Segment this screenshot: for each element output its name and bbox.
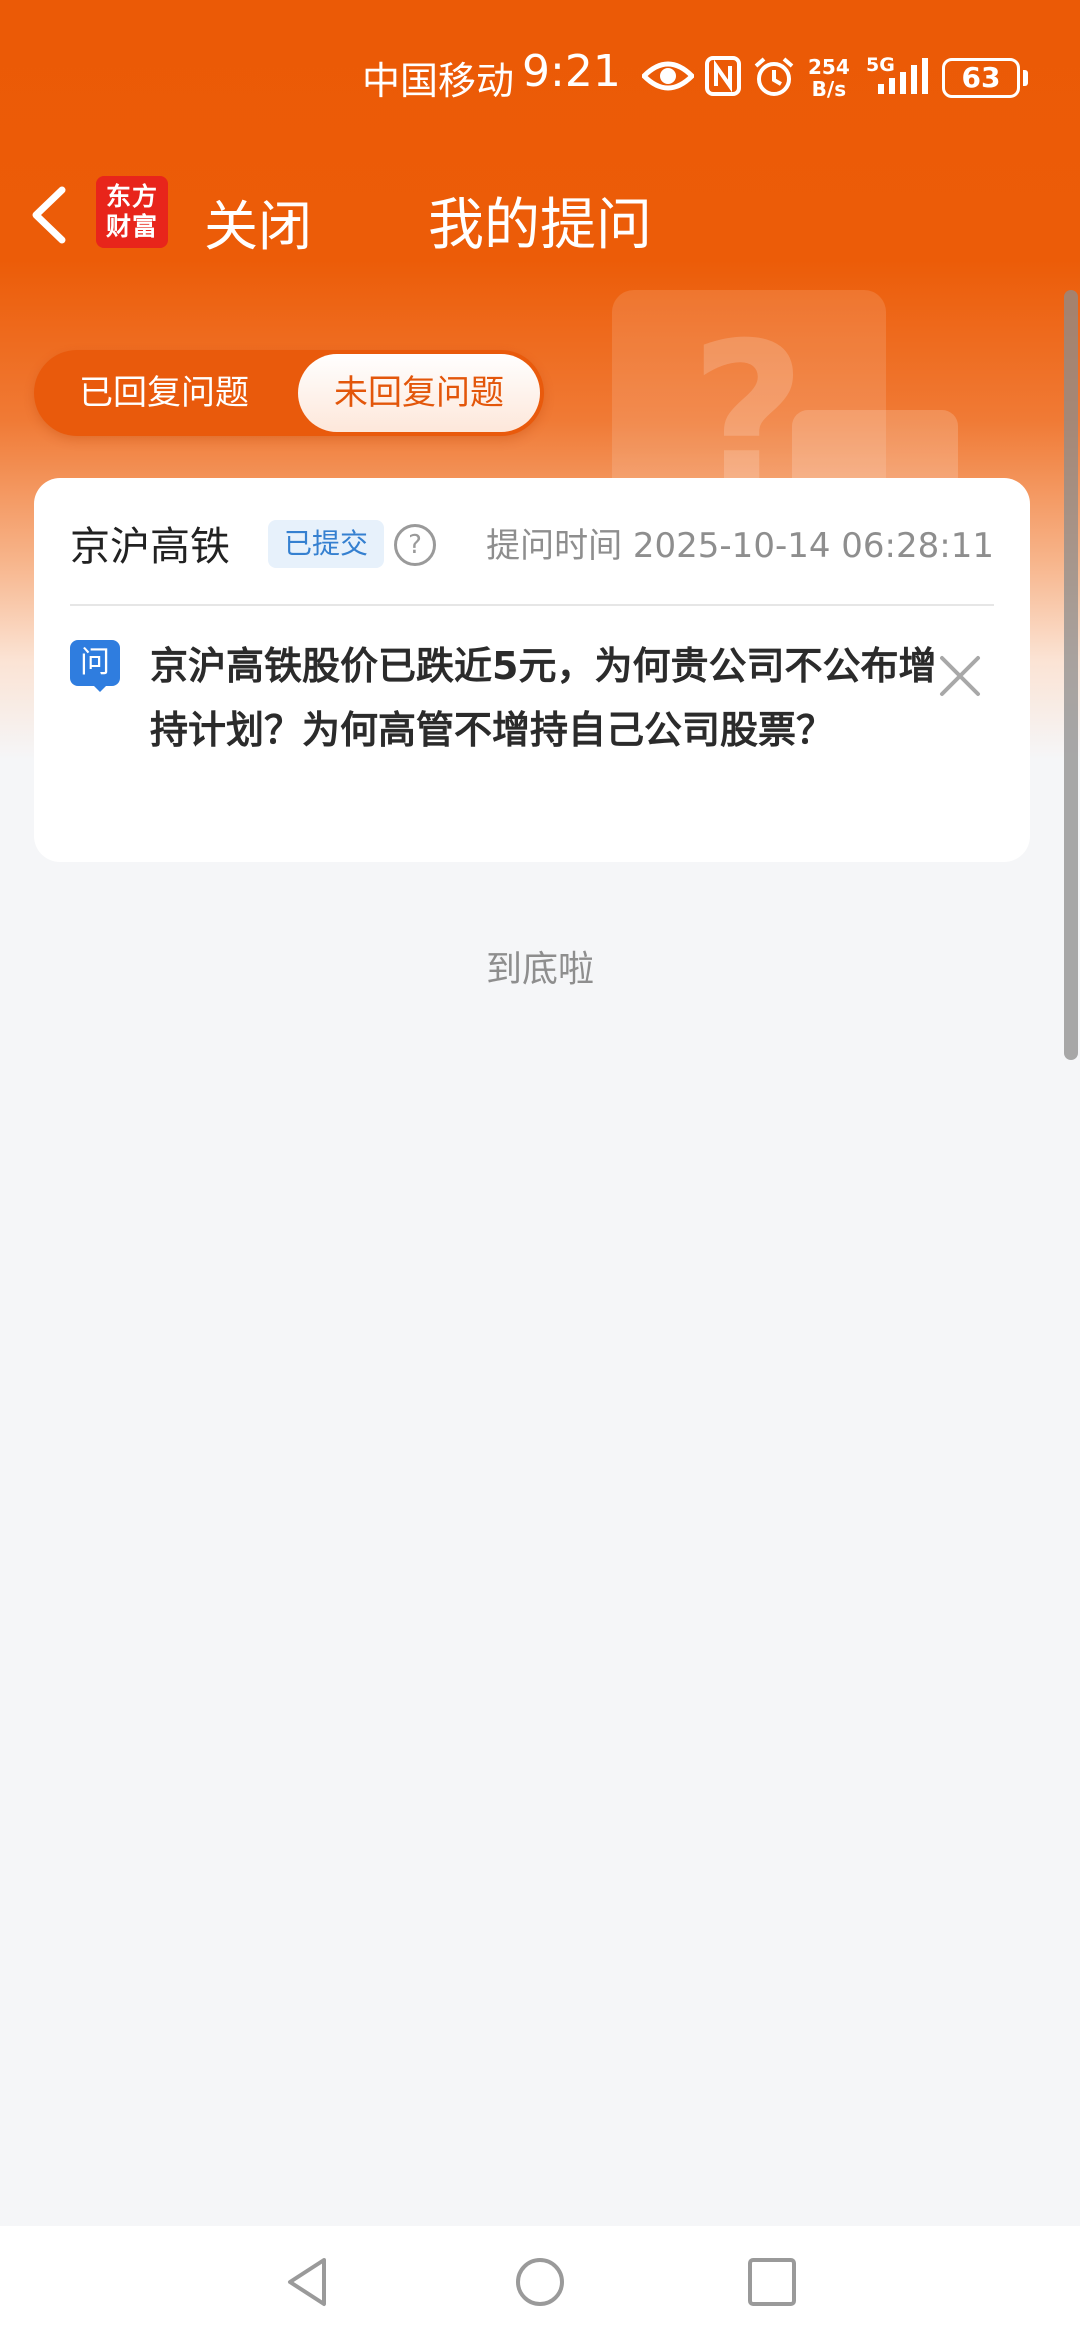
page-title: 我的提问 bbox=[428, 193, 652, 258]
status-bar: 中国移动 9:21 254 B/s 5G 63 bbox=[0, 0, 1080, 150]
company-name: 京沪高铁 bbox=[70, 524, 230, 570]
ask-time: 提问时间 2025-10-14 06:28:11 bbox=[486, 526, 994, 566]
logo-line-2: 财富 bbox=[105, 212, 158, 241]
eye-icon bbox=[642, 61, 694, 91]
question-icon-tail bbox=[90, 682, 110, 692]
system-back-icon[interactable] bbox=[280, 2254, 336, 2310]
system-nav-bar bbox=[0, 2226, 1080, 2340]
question-tabs: 已回复问题 未回复问题 bbox=[34, 350, 544, 436]
help-icon[interactable]: ? bbox=[394, 524, 436, 566]
nav-bar: 东方 财富 关闭 我的提问 bbox=[0, 170, 1080, 260]
alarm-icon bbox=[754, 57, 794, 96]
nfc-icon bbox=[705, 56, 741, 96]
back-arrow-icon[interactable] bbox=[22, 180, 78, 250]
close-button[interactable]: 关闭 bbox=[204, 182, 312, 261]
end-of-list-text: 到底啦 bbox=[485, 949, 594, 990]
clock: 9:21 bbox=[522, 46, 621, 97]
tab-unanswered-questions[interactable]: 未回复问题 bbox=[298, 354, 540, 432]
system-home-icon[interactable] bbox=[512, 2254, 568, 2310]
question-icon: 问 bbox=[70, 640, 120, 686]
network-speed-value: 254 bbox=[808, 55, 850, 79]
status-badge: 已提交 bbox=[268, 520, 384, 568]
close-icon[interactable] bbox=[934, 650, 986, 702]
network-speed-unit: B/s bbox=[811, 77, 847, 101]
network-speed: 254 B/s bbox=[808, 56, 850, 100]
question-card[interactable]: 京沪高铁 已提交 ? 提问时间 2025-10-14 06:28:11 问 京沪… bbox=[34, 478, 1030, 862]
card-divider bbox=[70, 604, 994, 606]
system-recents-icon[interactable] bbox=[744, 2254, 800, 2310]
battery-tip bbox=[1023, 70, 1028, 86]
carrier-name: 中国移动 bbox=[362, 59, 515, 103]
logo-line-1: 东方 bbox=[105, 182, 158, 211]
app-logo: 东方 财富 bbox=[96, 176, 168, 248]
battery-level: 63 bbox=[961, 61, 1001, 94]
tab-answered-questions[interactable]: 已回复问题 bbox=[34, 350, 294, 436]
my-questions-page: ? 中国移动 9:21 254 B/s 5G 63 东方 财富 关闭 我的提问 … bbox=[0, 0, 1080, 2340]
signal-icon bbox=[878, 58, 928, 94]
battery-icon: 63 bbox=[942, 58, 1020, 98]
question-text: 京沪高铁股价已跌近5元，为何贵公司不公布增持计划？为何高管不增持自己公司股票？ bbox=[150, 644, 937, 752]
